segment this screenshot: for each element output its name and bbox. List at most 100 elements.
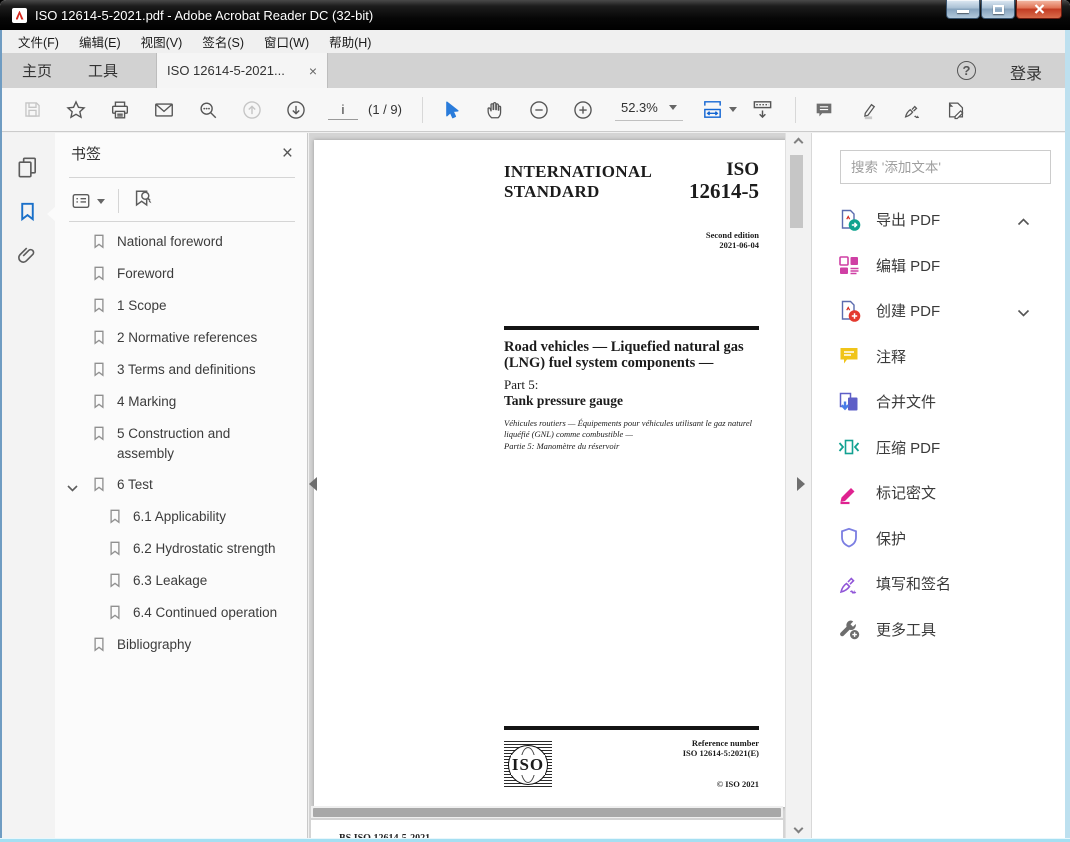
tool-protect[interactable]: 保护: [812, 516, 1064, 562]
page-thumbnails-button[interactable]: [0, 145, 55, 189]
page-number-input[interactable]: [328, 99, 358, 120]
tools-search-input[interactable]: [840, 150, 1051, 184]
hand-tool-button[interactable]: [483, 98, 507, 122]
bookmark-label: 5 Construction and assembly: [117, 426, 231, 461]
bookmark-icon: [94, 426, 104, 441]
stamp-button[interactable]: [944, 98, 968, 122]
vertical-scrollbar-thumb[interactable]: [790, 155, 803, 228]
attachments-button[interactable]: [0, 233, 55, 277]
bookmark-item[interactable]: National foreword: [55, 226, 307, 258]
create-pdf-icon: [841, 300, 861, 322]
zoom-out-button[interactable]: [527, 98, 551, 122]
select-tool-button[interactable]: [439, 98, 463, 122]
bookmark-options-button[interactable]: [71, 191, 105, 211]
bookmark-item[interactable]: 6.4 Continued operation: [55, 597, 307, 629]
print-button[interactable]: [108, 98, 132, 122]
tool-create-pdf[interactable]: 创建 PDF: [812, 288, 1064, 334]
vertical-scrollbar[interactable]: [785, 133, 811, 842]
minimize-button[interactable]: [946, 0, 980, 19]
window-frame: [1065, 30, 1070, 842]
comment-button[interactable]: [812, 98, 836, 122]
zoom-level-select[interactable]: 52.3%: [614, 98, 683, 121]
menu-item-file[interactable]: 文件(F): [8, 29, 69, 54]
chevron-down-icon: [668, 105, 677, 110]
panel-close-icon[interactable]: ×: [282, 144, 293, 163]
search-icon: [200, 101, 217, 118]
bookmark-item[interactable]: 6.3 Leakage: [55, 565, 307, 597]
help-icon[interactable]: ?: [957, 61, 976, 80]
chevron-up-icon[interactable]: [1017, 213, 1030, 230]
scroll-up-arrow[interactable]: [786, 137, 811, 148]
page-count: (1 / 9): [368, 102, 402, 117]
tool-export-pdf[interactable]: 导出 PDF: [812, 197, 1064, 243]
bookmark-item[interactable]: 4 Marking: [55, 386, 307, 418]
bookmark-icon: [94, 477, 104, 492]
horizontal-scrollbar[interactable]: [311, 806, 783, 818]
bookmark-label: 6.2 Hydrostatic strength: [133, 541, 276, 557]
star-button[interactable]: [64, 98, 88, 122]
collapse-right-panel-handle[interactable]: [797, 477, 805, 491]
bookmark-item[interactable]: 3 Terms and definitions: [55, 354, 307, 386]
paperclip-icon: [18, 246, 35, 263]
bookmark-icon: [94, 330, 104, 345]
tool-comment[interactable]: 注释: [812, 334, 1064, 380]
arrow-up-circle-icon: [243, 100, 261, 119]
bookmark-item[interactable]: Foreword: [55, 258, 307, 290]
horizontal-scrollbar-thumb[interactable]: [313, 807, 781, 817]
tool-redact[interactable]: 标记密文: [812, 470, 1064, 516]
next-page-button[interactable]: [284, 98, 308, 122]
zoom-in-button[interactable]: [571, 98, 595, 122]
bookmark-label: 1 Scope: [117, 298, 167, 313]
email-icon: [155, 102, 173, 117]
bookmark-item[interactable]: Bibliography: [55, 629, 307, 661]
search-button[interactable]: [196, 98, 220, 122]
tab-close-icon[interactable]: ×: [309, 64, 317, 78]
tool-compress-pdf[interactable]: 压缩 PDF: [812, 425, 1064, 471]
sign-in-link[interactable]: 登录: [1010, 60, 1042, 84]
menu-item-help[interactable]: 帮助(H): [319, 29, 381, 54]
options-list-icon: [72, 193, 90, 209]
bookmark-item[interactable]: 6.2 Hydrostatic strength: [55, 533, 307, 565]
panel-connector: [47, 207, 55, 221]
maximize-button[interactable]: [981, 0, 1015, 19]
menu-item-window[interactable]: 窗口(W): [254, 29, 319, 54]
document-tab-label: ISO 12614-5-2021...: [167, 63, 285, 78]
chevron-down-icon[interactable]: [1017, 304, 1030, 321]
bookmark-item-expanded[interactable]: 6 Test: [55, 469, 307, 501]
email-button[interactable]: [152, 98, 176, 122]
horizontal-rule: [504, 326, 759, 330]
bookmark-item[interactable]: 6.1 Applicability: [55, 501, 307, 533]
tool-fill-sign[interactable]: 填写和签名: [812, 561, 1064, 607]
highlight-button[interactable]: [856, 98, 880, 122]
bookmark-item[interactable]: 2 Normative references: [55, 322, 307, 354]
highlighter-icon: [863, 103, 875, 119]
close-button[interactable]: [1016, 0, 1062, 19]
find-current-bookmark-button[interactable]: [132, 188, 154, 215]
chevron-down-icon[interactable]: [67, 480, 78, 495]
tab-home[interactable]: 主页: [8, 53, 66, 88]
tool-combine-files[interactable]: 合并文件: [812, 379, 1064, 425]
reading-mode-button[interactable]: [751, 98, 775, 122]
bookmark-item[interactable]: 5 Construction and assembly: [55, 418, 307, 469]
menu-item-edit[interactable]: 编辑(E): [69, 29, 131, 54]
sign-button[interactable]: [900, 98, 924, 122]
collapse-left-panel-handle[interactable]: [309, 477, 317, 491]
comment-icon: [840, 348, 858, 364]
tool-more-tools[interactable]: 更多工具: [812, 607, 1064, 653]
shield-icon: [841, 528, 857, 548]
previous-page-button[interactable]: [240, 98, 264, 122]
close-icon: [1034, 4, 1044, 14]
fit-width-control[interactable]: [701, 98, 737, 121]
tool-edit-pdf[interactable]: 编辑 PDF: [812, 243, 1064, 289]
main-toolbar: (1 / 9) 52.3%: [0, 88, 1070, 132]
menu-item-view[interactable]: 视图(V): [131, 29, 193, 54]
pdf-page: INTERNATIONAL STANDARD ISO 12614-5 Secon…: [314, 140, 788, 807]
reference-number: Reference number ISO 12614-5:2021(E): [682, 738, 759, 758]
menu-item-sign[interactable]: 签名(S): [192, 29, 254, 54]
save-button[interactable]: [20, 98, 44, 122]
tools-list: 导出 PDF 编辑 PDF 创建 PDF 注释 合并文件 压缩 PDF 标记密文…: [812, 197, 1064, 652]
bookmark-item[interactable]: 1 Scope: [55, 290, 307, 322]
tab-document[interactable]: ISO 12614-5-2021... ×: [156, 53, 329, 88]
tab-tools[interactable]: 工具: [74, 53, 132, 88]
scroll-down-arrow[interactable]: [786, 823, 811, 834]
